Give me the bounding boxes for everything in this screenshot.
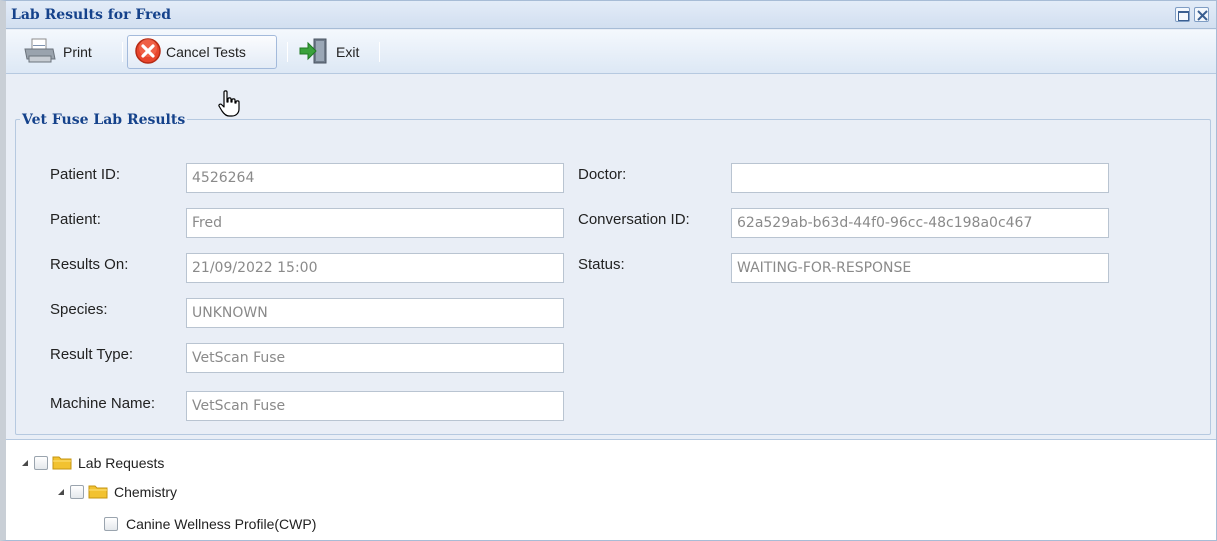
close-button[interactable] [1194,7,1209,22]
exit-icon [298,37,330,68]
checkbox[interactable] [34,456,48,470]
tree-node-label: Canine Wellness Profile(CWP) [126,516,317,532]
tree-node-chemistry[interactable]: Chemistry [58,482,177,502]
print-button[interactable]: Print [22,35,114,69]
results-on-field[interactable]: 21/09/2022 15:00 [186,253,564,283]
expand-triangle-icon[interactable] [22,460,28,466]
conversation-id-field[interactable]: 62a529ab-b63d-44f0-96cc-48c198a0c467 [731,208,1109,238]
hand-pointer-cursor-icon [218,90,240,123]
machine-name-label: Machine Name: [50,395,156,412]
results-on-label: Results On: [50,256,129,273]
exit-button[interactable]: Exit [293,35,371,69]
tree-node-lab-requests[interactable]: Lab Requests [22,453,164,473]
maximize-button[interactable] [1175,7,1190,22]
printer-icon [23,37,57,68]
folder-icon [88,483,108,502]
species-field[interactable]: UNKNOWN [186,298,564,328]
window-title: Lab Results for Fred [11,7,172,23]
cancel-tests-label: Cancel Tests [166,44,246,60]
patient-id-field[interactable]: 4526264 [186,163,564,193]
window-titlebar: Lab Results for Fred [6,1,1216,29]
tree-node-label: Lab Requests [78,455,165,471]
result-type-field[interactable]: VetScan Fuse [186,343,564,373]
patient-label: Patient: [50,211,101,228]
lab-requests-tree: Lab Requests Chemistry Canine Wellness P… [6,439,1216,540]
toolbar-separator [287,42,288,62]
status-label: Status: [578,256,625,273]
conversation-id-label: Conversation ID: [578,211,690,228]
tree-node-label: Chemistry [114,484,178,500]
cancel-tests-button[interactable]: Cancel Tests [127,35,277,69]
doctor-label: Doctor: [578,166,627,183]
expand-triangle-icon[interactable] [58,489,64,495]
doctor-field[interactable] [731,163,1109,193]
cancel-icon [134,37,162,68]
tree-node-canine-wellness-profile[interactable]: Canine Wellness Profile(CWP) [104,514,316,534]
print-label: Print [63,44,92,60]
toolbar-separator [379,42,380,62]
patient-id-label: Patient ID: [50,166,121,183]
toolbar-separator [122,42,123,62]
fieldset-legend: Vet Fuse Lab Results [20,112,188,128]
close-icon [1197,10,1208,21]
status-field[interactable]: WAITING-FOR-RESPONSE [731,253,1109,283]
result-type-label: Result Type: [50,346,134,363]
checkbox[interactable] [70,485,84,499]
toolbar: Print Cancel Tests Exit [6,30,1216,74]
folder-icon [52,454,72,473]
lab-results-window: Lab Results for Fred Print Cancel Tests … [0,0,1217,541]
checkbox[interactable] [104,517,118,531]
machine-name-field[interactable]: VetScan Fuse [186,391,564,421]
species-label: Species: [50,301,108,318]
exit-label: Exit [336,44,360,60]
patient-field[interactable]: Fred [186,208,564,238]
